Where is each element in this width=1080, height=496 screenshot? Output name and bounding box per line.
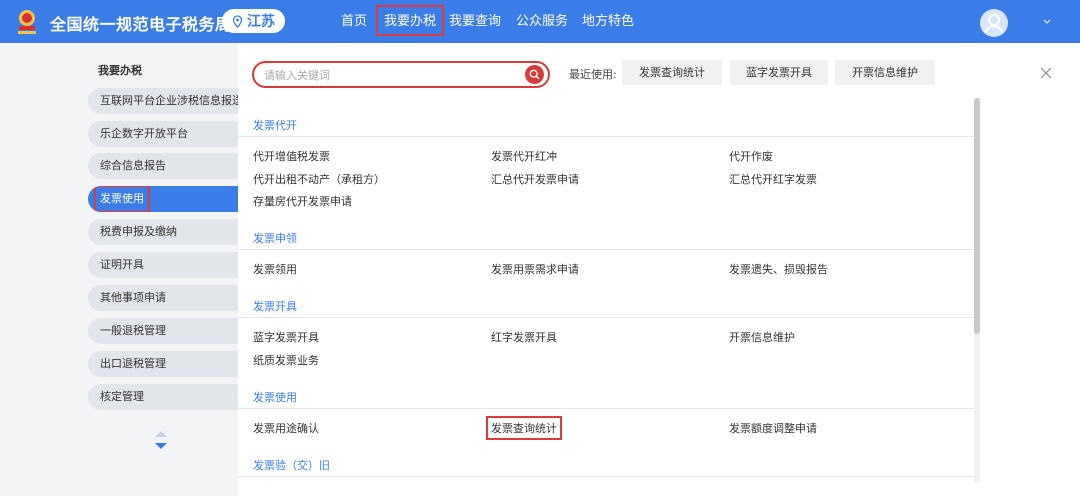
search-button[interactable] [525, 65, 544, 84]
sidebar-item-assessment[interactable]: 核定管理 [88, 384, 238, 410]
nav-public-service[interactable]: 公众服务 [516, 0, 568, 43]
scrollbar-thumb[interactable] [974, 98, 980, 334]
divider [238, 317, 974, 318]
service-item[interactable]: 红字发票开具 [491, 329, 557, 345]
divider [238, 408, 974, 409]
section-title: 发票代开 [253, 119, 297, 132]
user-avatar-icon[interactable] [980, 9, 1008, 37]
service-item[interactable]: 代开增值税发票 [253, 148, 330, 164]
search-input[interactable] [264, 66, 514, 84]
location-pin-icon [232, 14, 243, 28]
recent-invoice-query-button[interactable]: 发票查询统计 [622, 60, 722, 85]
service-item[interactable]: 发票用途确认 [253, 420, 319, 436]
section-title: 发票申领 [253, 232, 297, 245]
service-item[interactable]: 发票额度调整申请 [729, 420, 817, 436]
sidebar-item-export-refund[interactable]: 出口退税管理 [88, 351, 238, 377]
nav-query[interactable]: 我要查询 [449, 0, 501, 43]
sidebar: 我要办税 互联网平台企业涉税信息报送 乐企数字开放平台 综合信息报告 发票使用 … [0, 43, 238, 496]
service-item[interactable]: 发票遗失、损毁报告 [729, 261, 828, 277]
chevron-down-icon[interactable] [1038, 15, 1056, 29]
recent-blue-invoice-button[interactable]: 蓝字发票开具 [730, 60, 828, 85]
sidebar-item-leqi-platform[interactable]: 乐企数字开放平台 [88, 121, 238, 147]
service-item[interactable]: 发票领用 [253, 261, 297, 277]
nav-local-features[interactable]: 地方特色 [582, 0, 634, 43]
top-navigation-bar: 全国统一规范电子税务局 江苏 首页 我要办税 我要查询 公众服务 地方特色 [0, 0, 1080, 43]
sidebar-title: 我要办税 [98, 64, 142, 77]
service-item[interactable]: 代开作废 [729, 148, 773, 164]
sidebar-item-info-report[interactable]: 综合信息报告 [88, 153, 238, 179]
region-label: 江苏 [247, 14, 275, 30]
divider [238, 136, 974, 137]
service-list: 发票代开 代开增值税发票 发票代开红冲 代开作废 代开出租不动产（承租方） 汇总… [238, 95, 978, 496]
service-item[interactable]: 蓝字发票开具 [253, 329, 319, 345]
app-title[interactable]: 全国统一规范电子税务局 [50, 11, 232, 35]
sidebar-item-tax-declaration[interactable]: 税费申报及缴纳 [88, 219, 238, 245]
divider [238, 476, 974, 477]
service-item[interactable]: 汇总代开红字发票 [729, 171, 817, 187]
sidebar-item-other-requests[interactable]: 其他事项申请 [88, 285, 238, 311]
section-title: 发票开具 [253, 300, 297, 313]
service-item-highlighted[interactable]: 发票查询统计 [486, 416, 562, 440]
nav-tax-handling[interactable]: 我要办税 [376, 5, 445, 36]
search-box[interactable] [252, 61, 550, 88]
service-item[interactable]: 代开出租不动产（承租方） [253, 171, 385, 187]
sidebar-item-invoice-use[interactable]: 发票使用 [88, 186, 238, 212]
service-item[interactable]: 存量房代开发票申请 [253, 193, 352, 209]
nav-home[interactable]: 首页 [341, 0, 367, 43]
service-item[interactable]: 纸质发票业务 [253, 352, 319, 368]
service-item[interactable]: 汇总代开发票申请 [491, 171, 579, 187]
recent-label: 最近使用: [569, 68, 617, 81]
service-item[interactable]: 发票用票需求申请 [491, 261, 579, 277]
sidebar-item-label: 发票使用 [94, 186, 150, 212]
close-icon[interactable] [1040, 67, 1052, 79]
sidebar-item-certificate[interactable]: 证明开具 [88, 252, 238, 278]
tax-emblem-icon[interactable] [16, 9, 38, 35]
sidebar-item-platform-tax-info[interactable]: 互联网平台企业涉税信息报送 [88, 88, 238, 114]
region-selector[interactable]: 江苏 [222, 9, 285, 33]
section-title: 发票验（交）旧 [253, 459, 330, 472]
search-icon [529, 69, 540, 80]
service-item[interactable]: 开票信息维护 [729, 329, 795, 345]
scroll-arrows-icon[interactable] [152, 429, 170, 451]
sidebar-item-refund[interactable]: 一般退税管理 [88, 318, 238, 344]
section-title: 发票使用 [253, 391, 297, 404]
divider [238, 249, 974, 250]
recent-invoice-info-button[interactable]: 开票信息维护 [835, 60, 935, 85]
service-item[interactable]: 发票代开红冲 [491, 148, 557, 164]
